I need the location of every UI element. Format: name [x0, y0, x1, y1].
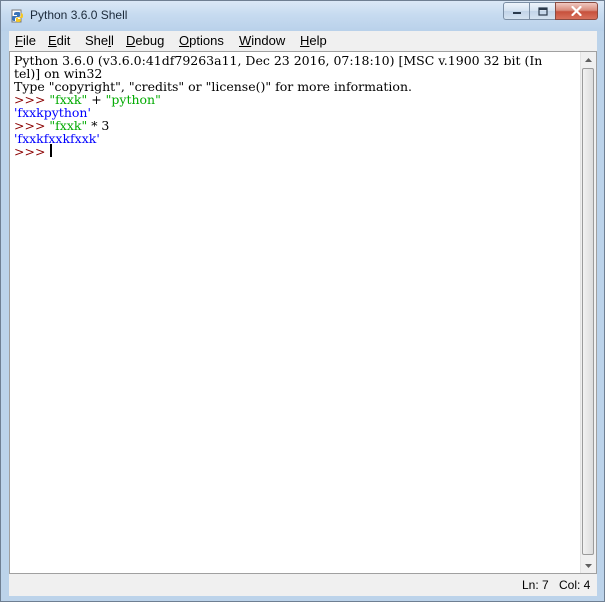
minimize-button[interactable]: [503, 2, 529, 20]
menu-help-mnemonic: H: [300, 33, 310, 48]
scroll-thumb[interactable]: [582, 68, 594, 555]
close-icon: [571, 6, 582, 16]
menu-file-mnemonic: F: [15, 33, 23, 48]
vertical-scrollbar[interactable]: [580, 52, 596, 573]
status-bar: Ln: 7 Col: 4: [9, 574, 597, 596]
menu-shell[interactable]: Shell: [85, 33, 114, 48]
menu-options-mnemonic: O: [179, 33, 190, 48]
menu-edit-mnemonic: E: [48, 33, 57, 48]
menu-debug-label: ebug: [135, 33, 165, 48]
minimize-icon: [512, 12, 521, 14]
menu-edit-label: dit: [56, 33, 71, 48]
maximize-icon: [537, 6, 548, 16]
menu-options[interactable]: Options: [179, 33, 224, 48]
scroll-down-button[interactable]: [581, 558, 596, 573]
menu-window[interactable]: Window: [239, 33, 285, 48]
window-title: Python 3.6.0 Shell: [30, 8, 128, 22]
maximize-button[interactable]: [529, 2, 555, 20]
menu-debug-mnemonic: D: [126, 33, 136, 48]
close-button[interactable]: [555, 2, 598, 20]
menu-file[interactable]: File: [15, 33, 36, 48]
menu-shell-label: l: [111, 33, 114, 48]
status-column: Col: 4: [559, 578, 591, 592]
menu-file-label: ile: [22, 33, 36, 48]
menu-shell-label-pre: She: [85, 33, 109, 48]
menu-options-label: ptions: [189, 33, 224, 48]
menu-help[interactable]: Help: [300, 33, 327, 48]
scroll-up-icon: [585, 57, 592, 62]
menu-window-mnemonic: W: [239, 33, 252, 48]
title-bar[interactable]: Python 3.6.0 Shell: [1, 1, 604, 31]
menu-help-label: elp: [309, 33, 327, 48]
text-caret: [50, 144, 52, 157]
idle-shell-window: Python 3.6.0 Shell File Edit Shell Debug…: [0, 0, 605, 602]
caption-buttons: [503, 2, 598, 20]
menu-edit[interactable]: Edit: [48, 33, 70, 48]
input-line-3: >>>: [14, 145, 49, 158]
status-line: Ln: 7: [522, 578, 549, 592]
string-literal: "python": [105, 92, 161, 107]
menu-window-label: indow: [251, 33, 286, 48]
menu-bar: File Edit Shell Debug Options Window Hel…: [9, 31, 597, 52]
prompt: >>>: [14, 144, 50, 159]
shell-text-area[interactable]: Python 3.6.0 (v3.6.0:41df79263a11, Dec 2…: [10, 52, 581, 573]
shell-editor[interactable]: Python 3.6.0 (v3.6.0:41df79263a11, Dec 2…: [9, 51, 597, 574]
menu-debug[interactable]: Debug: [126, 33, 164, 48]
python-idle-icon[interactable]: [9, 8, 25, 24]
scroll-up-button[interactable]: [581, 52, 596, 67]
scroll-down-icon: [585, 563, 592, 568]
